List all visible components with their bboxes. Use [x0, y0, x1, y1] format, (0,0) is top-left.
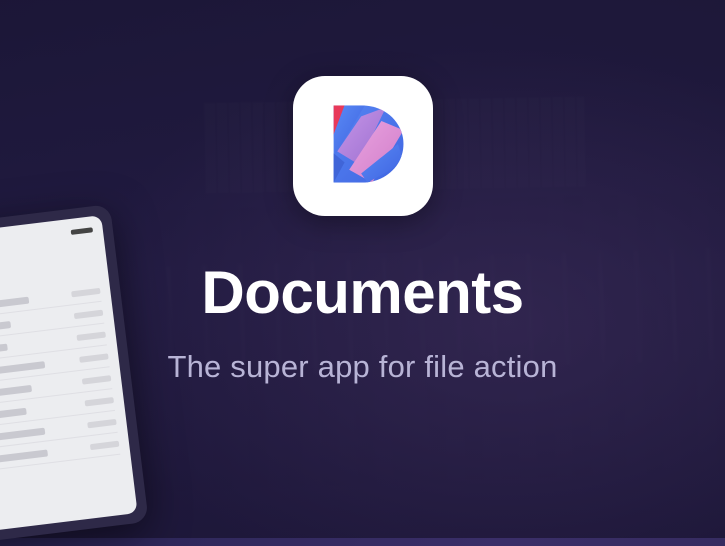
app-icon-container — [293, 76, 433, 216]
app-title: Documents — [201, 258, 523, 327]
documents-d-logo-icon — [317, 98, 409, 195]
hero-content: Documents The super app for file action — [0, 0, 725, 538]
app-subtitle: The super app for file action — [167, 349, 557, 385]
